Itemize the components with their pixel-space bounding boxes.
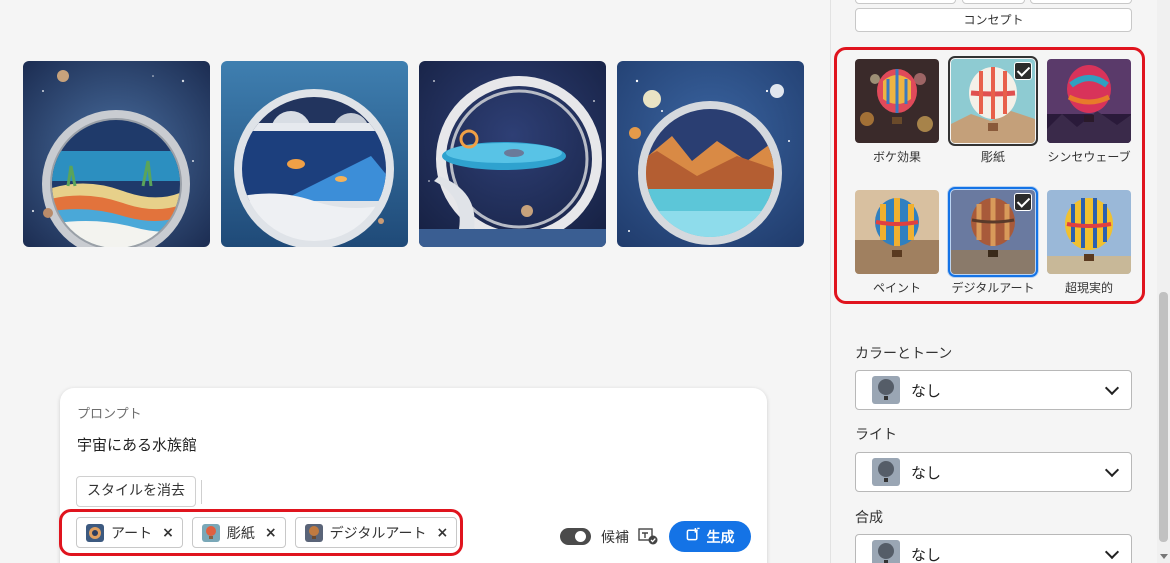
paper-thumb-icon bbox=[201, 523, 220, 542]
realistic-balloon-icon bbox=[1047, 190, 1131, 274]
style-name: ペイント bbox=[872, 281, 921, 295]
art-thumb-icon bbox=[86, 523, 104, 542]
divider bbox=[201, 480, 202, 504]
generate-button[interactable]: 生成 bbox=[669, 521, 751, 552]
chip-label: デジタルアート bbox=[329, 525, 427, 542]
style-name: 彫紙 bbox=[980, 150, 1005, 164]
remove-chip-icon[interactable]: × bbox=[265, 525, 277, 541]
chip-label: アート bbox=[111, 525, 153, 542]
scrollbar-thumb[interactable] bbox=[1159, 292, 1168, 542]
selected-check-icon bbox=[1014, 193, 1032, 211]
effect-button-stub[interactable] bbox=[1030, 0, 1132, 4]
chevron-down-icon bbox=[1104, 380, 1120, 395]
result-image-1[interactable] bbox=[23, 61, 210, 247]
result-gallery bbox=[23, 61, 804, 247]
concept-button[interactable]: コンセプト bbox=[855, 8, 1132, 32]
remove-chip-icon[interactable]: × bbox=[437, 525, 449, 541]
effect-button-stub[interactable] bbox=[962, 0, 1025, 4]
style-chip-digital-art[interactable]: デジタルアート × bbox=[294, 517, 458, 548]
prompt-input[interactable]: 宇宙にある水族館 bbox=[77, 434, 197, 455]
paint-balloon-icon bbox=[855, 190, 939, 274]
style-effects-grid: ボケ効果 彫紙 シンセウェーブ ペイント デジタルアート 超現実的 bbox=[855, 56, 1131, 321]
content-credentials-icon[interactable] bbox=[638, 527, 658, 545]
style-name: デジタルアート bbox=[951, 281, 1035, 295]
scroll-down-icon[interactable] bbox=[1160, 554, 1168, 559]
light-label: ライト bbox=[855, 427, 897, 443]
suggestions-toggle[interactable] bbox=[560, 528, 591, 545]
style-paper[interactable]: 彫紙 bbox=[948, 56, 1038, 190]
chevron-down-icon bbox=[1104, 544, 1120, 559]
composition-dropdown[interactable]: なし bbox=[855, 534, 1132, 563]
selected-check-icon bbox=[1014, 62, 1032, 80]
digital-art-thumb-icon bbox=[304, 523, 323, 542]
bokeh-balloon-icon bbox=[855, 59, 939, 143]
style-hyper-realistic[interactable]: 超現実的 bbox=[1047, 190, 1131, 321]
style-chip-paper[interactable]: 彫紙 × bbox=[191, 517, 286, 548]
balloon-preview-icon bbox=[872, 540, 900, 563]
settings-panel: コンセプト ボケ効果 彫紙 シンセウェーブ ペイント デジタルアート 超現実的 … bbox=[830, 0, 1157, 563]
chip-label: 彫紙 bbox=[226, 525, 255, 542]
style-chip-art[interactable]: アート × bbox=[76, 517, 183, 548]
color-tone-label: カラーとトーン bbox=[855, 346, 953, 362]
synthwave-balloon-icon bbox=[1047, 59, 1131, 143]
light-value: なし bbox=[911, 463, 942, 482]
remove-chip-icon[interactable]: × bbox=[162, 525, 174, 541]
style-synthwave[interactable]: シンセウェーブ bbox=[1047, 59, 1131, 190]
clear-style-button[interactable]: スタイルを消去 bbox=[76, 476, 196, 507]
color-tone-value: なし bbox=[911, 381, 942, 400]
style-name: 超現実的 bbox=[1064, 281, 1113, 295]
composition-label: 合成 bbox=[855, 510, 883, 526]
effect-button-stub[interactable] bbox=[855, 0, 956, 4]
scrollbar[interactable] bbox=[1157, 0, 1170, 563]
prompt-label: プロンプト bbox=[77, 407, 142, 422]
style-paint[interactable]: ペイント bbox=[855, 190, 939, 321]
digital-art-balloon-icon bbox=[948, 187, 1038, 277]
chevron-down-icon bbox=[1104, 462, 1120, 477]
result-image-4[interactable] bbox=[617, 61, 804, 247]
balloon-preview-icon bbox=[872, 376, 900, 404]
suggestions-label: 候補 bbox=[601, 530, 629, 546]
style-digital-art[interactable]: デジタルアート bbox=[948, 187, 1038, 321]
paper-balloon-icon bbox=[948, 56, 1038, 146]
color-tone-dropdown[interactable]: なし bbox=[855, 370, 1132, 410]
applied-style-chips: アート × 彫紙 × デジタルアート × bbox=[76, 517, 458, 548]
generate-icon bbox=[686, 527, 701, 546]
style-name: シンセウェーブ bbox=[1047, 150, 1131, 164]
generate-label: 生成 bbox=[706, 529, 735, 546]
prompt-panel: プロンプト 宇宙にある水族館 スタイルを消去 アート × 彫紙 × デジタルアー… bbox=[60, 388, 767, 563]
composition-value: なし bbox=[911, 545, 942, 563]
result-image-3[interactable] bbox=[419, 61, 606, 247]
style-bokeh[interactable]: ボケ効果 bbox=[855, 59, 939, 190]
balloon-preview-icon bbox=[872, 458, 900, 486]
style-name: ボケ効果 bbox=[872, 150, 921, 164]
light-dropdown[interactable]: なし bbox=[855, 452, 1132, 492]
result-image-2[interactable] bbox=[221, 61, 408, 247]
